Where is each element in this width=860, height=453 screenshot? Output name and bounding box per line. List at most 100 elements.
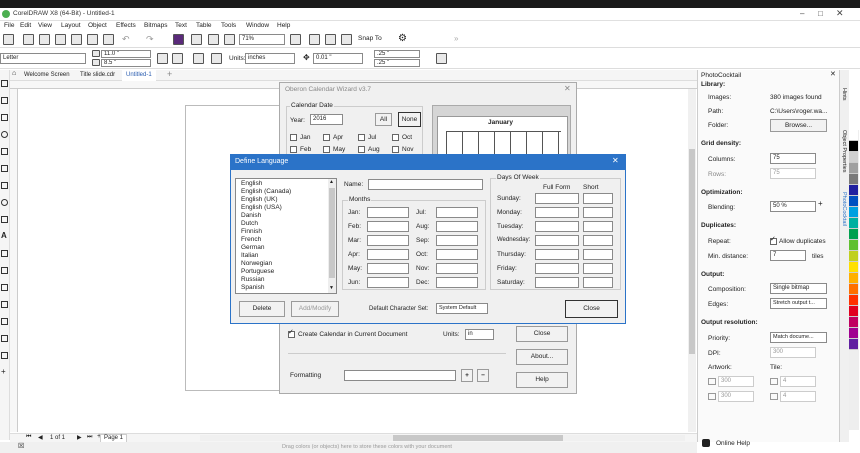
menu-bitmaps[interactable]: Bitmaps [144,22,167,29]
oberon-units-select[interactable]: in [465,329,494,340]
apr-checkbox[interactable] [323,134,330,141]
color-swatch[interactable] [849,174,858,185]
list-item[interactable]: German [241,244,291,252]
duplicate-y-field[interactable]: .25 " [374,59,420,67]
oberon-about-button[interactable]: About... [516,349,568,365]
color-swatch[interactable] [849,262,858,273]
saturday-short-input[interactable] [583,277,613,288]
artwork-width-input[interactable]: 300 [718,376,754,387]
wednesday-short-input[interactable] [583,235,613,246]
export-icon[interactable] [208,34,219,45]
sunday-full-input[interactable] [535,193,579,204]
define-language-close-button[interactable]: Close [565,300,618,318]
tab-hints[interactable]: Hints [841,88,847,101]
paper-size-select[interactable]: Letter [0,53,86,64]
list-item[interactable]: Danish [241,212,291,220]
last-page-icon[interactable]: ⏭ [87,434,92,441]
rows-input[interactable]: 75 [770,168,816,179]
text-tool-icon[interactable]: A [1,231,7,240]
nov-name-input[interactable] [436,263,478,274]
list-item[interactable]: French [241,236,291,244]
tab-title-slide[interactable]: Title slide.cdr [80,72,115,78]
page-width-field[interactable]: 11.0 " [101,50,151,58]
apr-name-input[interactable] [367,249,409,260]
mar-name-input[interactable] [367,235,409,246]
horizontal-scroll-thumb[interactable] [393,435,563,441]
tab-object-properties[interactable]: Object Properties [841,130,847,173]
snap-to-dropdown[interactable]: Snap To [358,35,382,42]
year-spinner[interactable]: 2016 [310,114,343,125]
all-pages-icon[interactable] [193,53,204,64]
zoom-tool-icon[interactable] [1,131,8,138]
zoom-level-field[interactable]: 71% [239,34,285,45]
add-tool-icon[interactable]: + [1,367,6,376]
previous-page-icon[interactable]: ◀ [38,434,43,441]
eyedropper-tool-icon[interactable] [1,318,8,325]
color-swatch[interactable] [849,284,858,295]
sunday-short-input[interactable] [583,193,613,204]
oct-checkbox[interactable] [392,134,399,141]
feb-name-input[interactable] [367,221,409,232]
connector-tool-icon[interactable] [1,267,8,274]
smart-fill-tool-icon[interactable] [1,352,8,359]
transparency-tool-icon[interactable] [1,301,8,308]
online-help-link[interactable]: Online Help [716,440,750,447]
jan-name-input[interactable] [367,207,409,218]
parallel-dimension-tool-icon[interactable] [1,250,8,257]
tile-width-input[interactable]: 4 [780,376,816,387]
show-guidelines-icon[interactable] [341,34,352,45]
page-height-field[interactable]: 8.5 " [101,59,151,67]
dpi-input[interactable]: 300 [770,347,816,358]
monday-full-input[interactable] [535,207,579,218]
scroll-up-icon[interactable]: ▲ [329,179,334,185]
friday-full-input[interactable] [535,263,579,274]
menu-window[interactable]: Window [246,22,269,29]
menu-effects[interactable]: Effects [116,22,136,29]
cut-icon[interactable] [71,34,82,45]
color-swatch[interactable] [849,207,858,218]
list-item[interactable]: English (UK) [241,196,291,204]
define-language-close-icon[interactable]: ✕ [612,156,619,165]
aug-name-input[interactable] [436,221,478,232]
portrait-icon[interactable] [157,53,168,64]
tuesday-full-input[interactable] [535,221,579,232]
interactive-fill-tool-icon[interactable] [1,335,8,342]
language-scroll-thumb[interactable] [329,188,335,278]
minimize-button[interactable]: – [800,9,804,18]
menu-help[interactable]: Help [277,22,290,29]
oberon-help-button[interactable]: Help [516,372,568,388]
publish-pdf-icon[interactable] [224,34,235,45]
language-list[interactable]: English English (Canada) English (UK) En… [235,178,337,294]
artistic-media-tool-icon[interactable] [1,165,8,172]
ellipse-tool-icon[interactable] [1,199,8,206]
menu-file[interactable]: File [4,22,14,29]
tab-untitled-1[interactable]: Untitled-1 [122,70,156,81]
save-icon[interactable] [39,34,50,45]
home-icon[interactable]: ⌂ [12,70,16,77]
color-swatch[interactable] [849,306,858,317]
language-name-input[interactable] [368,179,483,190]
priority-select[interactable]: Match docume... [770,332,827,343]
treat-as-filled-icon[interactable] [436,53,447,64]
composition-select[interactable]: Single bitmap [770,283,827,294]
color-swatch[interactable] [849,339,858,350]
show-rulers-icon[interactable] [309,34,320,45]
search-content-icon[interactable] [173,34,184,45]
may-name-input[interactable] [367,263,409,274]
color-swatch[interactable] [849,251,858,262]
import-icon[interactable] [191,34,202,45]
tuesday-short-input[interactable] [583,221,613,232]
color-swatch[interactable] [849,196,858,207]
tile-height-input[interactable]: 4 [780,391,816,402]
color-swatch[interactable] [849,163,858,174]
oberon-close-button[interactable]: Close [516,326,568,342]
rectangle-tool-icon[interactable] [1,182,8,189]
list-item[interactable]: Portuguese [241,268,291,276]
min-distance-input[interactable]: 7 [770,250,806,261]
freehand-tool-icon[interactable] [1,148,8,155]
sep-name-input[interactable] [436,235,478,246]
list-item[interactable]: English (Canada) [241,188,291,196]
menu-layout[interactable]: Layout [61,22,81,29]
jul-checkbox[interactable] [358,134,365,141]
redo-icon[interactable]: ↷ [146,34,154,45]
